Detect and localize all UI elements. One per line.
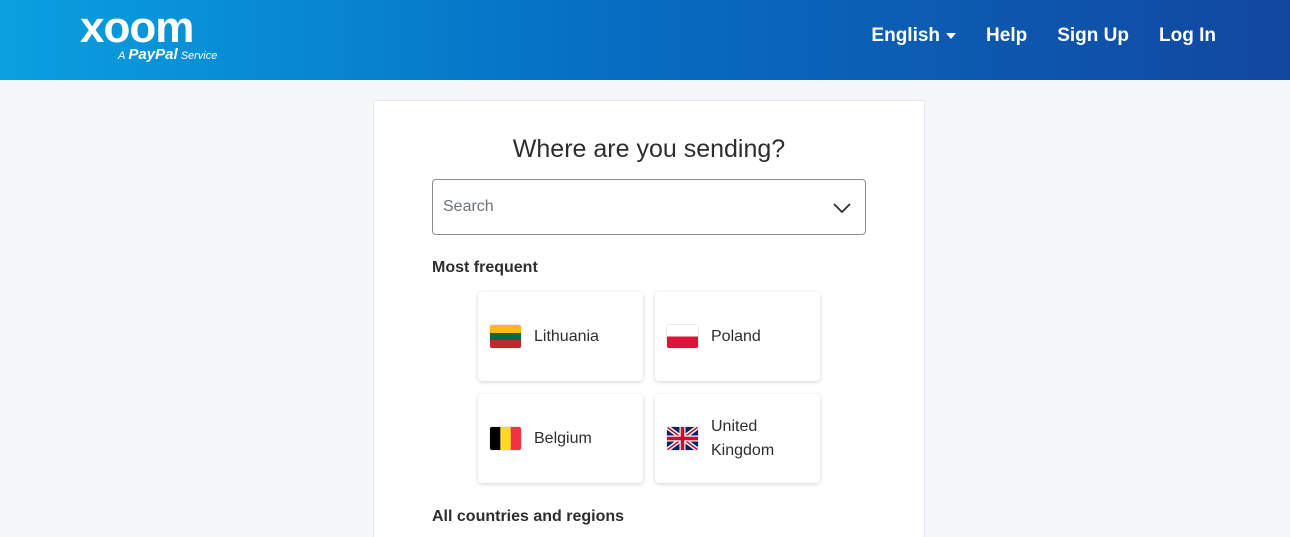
poland-flag-icon (667, 325, 698, 348)
country-tile-united-kingdom[interactable]: United Kingdom (655, 394, 820, 483)
destination-card: Where are you sending? Most frequent Lit… (373, 100, 925, 537)
logo-tagline-brand: PayPal (128, 46, 178, 63)
logo-tagline: A PayPal Service (118, 46, 217, 63)
country-name: United Kingdom (711, 418, 775, 459)
log-in-link[interactable]: Log In (1159, 25, 1216, 47)
language-label: English (871, 25, 941, 46)
top-navigation-bar: xoom A PayPal Service English Help Sign … (0, 0, 1290, 80)
logo-tagline-suffix: Service (180, 50, 218, 62)
country-search-combobox[interactable] (432, 179, 866, 235)
belgium-flag-icon (490, 427, 521, 450)
search-input[interactable] (443, 194, 803, 220)
most-frequent-heading: Most frequent (432, 259, 538, 276)
country-tile-lithuania[interactable]: Lithuania (478, 292, 643, 381)
country-name: Belgium (534, 430, 592, 447)
uk-flag-icon (667, 427, 698, 450)
help-link[interactable]: Help (986, 25, 1027, 47)
header-nav: English Help Sign Up Log In (871, 25, 1216, 47)
lithuania-flag-icon (490, 325, 521, 348)
country-tile-poland[interactable]: Poland (655, 292, 820, 381)
page-title: Where are you sending? (512, 135, 786, 163)
logo-tagline-prefix: A (118, 50, 126, 62)
chevron-down-icon[interactable] (831, 197, 853, 219)
country-tile-belgium[interactable]: Belgium (478, 394, 643, 483)
country-name: Poland (711, 328, 761, 345)
sign-up-link[interactable]: Sign Up (1057, 25, 1129, 47)
language-dropdown[interactable]: English (871, 25, 957, 47)
caret-down-icon (946, 33, 957, 39)
logo-wordmark: xoom (80, 3, 194, 52)
country-name: Lithuania (534, 328, 599, 345)
xoom-paypal-logo[interactable]: xoom A PayPal Service (80, 3, 230, 64)
all-countries-heading: All countries and regions (432, 508, 625, 525)
